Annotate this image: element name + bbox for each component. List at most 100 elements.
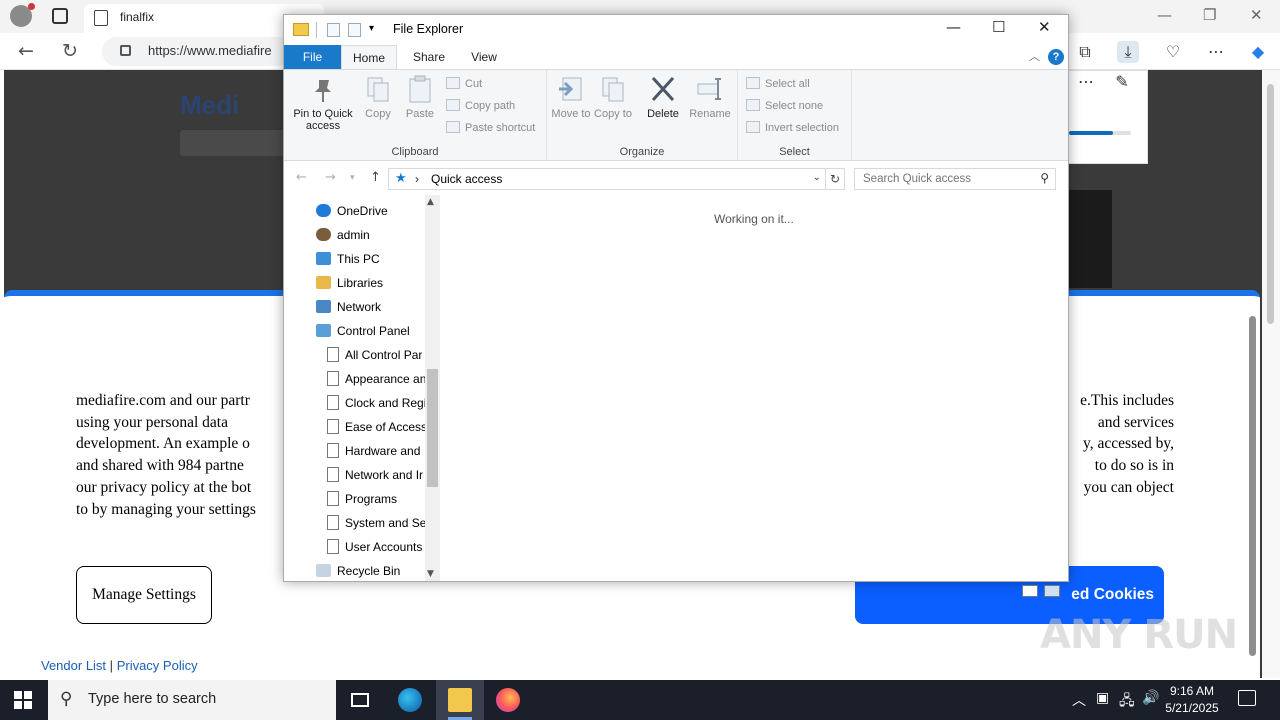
nav-ease-of-access[interactable]: Ease of Access xyxy=(327,415,425,439)
more-options-icon[interactable]: ⋯ xyxy=(1075,71,1097,93)
consent-line-1-left: mediafire.com and our partr xyxy=(76,392,250,409)
network-tray-icon[interactable]: 🖧 xyxy=(1119,690,1135,714)
explorer-minimize-icon[interactable]: — xyxy=(946,18,961,36)
taskbar-firefox[interactable] xyxy=(484,680,532,720)
paste-shortcut-button[interactable]: Paste shortcut xyxy=(446,121,535,141)
nav-user-accounts[interactable]: User Accounts xyxy=(327,535,425,559)
copy-path-button[interactable]: Copy path xyxy=(446,99,515,119)
nav-onedrive[interactable]: OneDrive xyxy=(316,199,388,223)
details-view-icon[interactable] xyxy=(1022,585,1038,597)
vendor-list-link[interactable]: Vendor List xyxy=(41,658,106,673)
taskbar-search-box[interactable]: ⚲ Type here to search xyxy=(48,680,336,720)
menu-icon[interactable]: ⋯ xyxy=(1205,41,1227,63)
browser-scrollbar-thumb[interactable] xyxy=(1267,84,1274,324)
nav-all-control-panel[interactable]: All Control Par xyxy=(327,343,425,367)
nav-control-panel[interactable]: Control Panel xyxy=(316,319,410,343)
delete-button[interactable]: Delete xyxy=(641,74,685,120)
taskbar-clock[interactable]: 9:16 AM 5/21/2025 xyxy=(1158,683,1226,717)
nav-system-security[interactable]: System and Se xyxy=(327,511,425,535)
back-icon[interactable]: ← xyxy=(18,40,34,62)
notifications-icon[interactable] xyxy=(1238,690,1256,706)
volume-icon[interactable]: 🔊 xyxy=(1142,690,1159,706)
paste-button[interactable]: Paste xyxy=(402,74,438,120)
privacy-policy-link[interactable]: Privacy Policy xyxy=(117,658,198,673)
taskbar-file-explorer[interactable] xyxy=(436,680,484,720)
profile-icon[interactable] xyxy=(10,3,35,27)
anyrun-watermark: ANY RUN xyxy=(1040,612,1238,658)
nav-recycle-bin[interactable]: Recycle Bin xyxy=(316,559,400,583)
consent-line-3-right: y, accessed by, xyxy=(1083,435,1174,453)
pin-icon[interactable]: ✎ xyxy=(1111,71,1133,93)
customize-quick-access-icon[interactable]: ▾ xyxy=(369,23,382,37)
recent-locations-icon[interactable]: ▾ xyxy=(350,173,355,183)
address-dropdown-icon[interactable]: ⌄ xyxy=(813,172,821,183)
tab-view[interactable]: View xyxy=(462,45,506,69)
taskbar-edge[interactable] xyxy=(386,680,434,720)
select-all-button[interactable]: Select all xyxy=(746,77,810,97)
restore-icon[interactable]: ❐ xyxy=(1203,6,1216,24)
consent-scrollbar-thumb[interactable] xyxy=(1249,316,1256,656)
content-pane[interactable]: Working on it... xyxy=(440,195,1068,581)
tab-actions-icon[interactable] xyxy=(52,8,68,24)
nav-clock-region[interactable]: Clock and Regi xyxy=(327,391,425,415)
move-to-button[interactable]: Move to xyxy=(551,74,591,120)
performance-icon[interactable]: ♡ xyxy=(1162,41,1184,63)
close-icon[interactable]: ✕ xyxy=(1250,6,1263,24)
nav-scrollbar[interactable]: ▲ ▼ xyxy=(425,195,440,581)
nav-programs[interactable]: Programs xyxy=(327,487,425,511)
show-hidden-icons-icon[interactable]: ︿ xyxy=(1072,690,1086,710)
explorer-search-field[interactable]: ⚲ xyxy=(854,168,1056,190)
windows-start-icon[interactable] xyxy=(14,691,32,709)
help-icon[interactable]: ? xyxy=(1048,49,1064,65)
scroll-down-icon[interactable]: ▼ xyxy=(427,569,434,579)
nav-appearance[interactable]: Appearance an xyxy=(327,367,425,391)
select-none-button[interactable]: Select none xyxy=(746,99,823,119)
scroll-up-icon[interactable]: ▲ xyxy=(427,197,434,207)
consent-scrollbar[interactable] xyxy=(1248,310,1258,670)
nav-scrollbar-thumb[interactable] xyxy=(427,369,438,487)
rename-button[interactable]: Rename xyxy=(687,74,733,120)
copy-to-button[interactable]: Copy to xyxy=(593,74,633,120)
up-folder-icon[interactable]: ↑ xyxy=(370,170,381,185)
select-label: Select xyxy=(779,146,810,158)
large-icons-view-icon[interactable] xyxy=(1044,585,1060,597)
pin-quick-access-button[interactable]: Pin to Quick access xyxy=(290,74,356,132)
copy-label: Copy xyxy=(365,108,391,120)
properties-quick-icon[interactable] xyxy=(327,23,340,37)
tab-share[interactable]: Share xyxy=(404,45,454,69)
copy-button[interactable]: Copy xyxy=(360,74,396,120)
nav-this-pc[interactable]: This PC xyxy=(316,247,380,271)
nav-libraries[interactable]: Libraries xyxy=(316,271,383,295)
tab-home[interactable]: Home xyxy=(341,45,397,69)
collections-icon[interactable]: ⧉ xyxy=(1074,41,1096,63)
invert-selection-button[interactable]: Invert selection xyxy=(746,121,839,141)
address-bar[interactable]: https://www.mediafire xyxy=(102,37,292,66)
nav-admin[interactable]: admin xyxy=(316,223,370,247)
explorer-maximize-icon[interactable]: ☐ xyxy=(992,18,1005,36)
download-icon[interactable]: ⤓ xyxy=(1117,41,1139,63)
explorer-close-icon[interactable]: ✕ xyxy=(1038,18,1051,36)
explorer-search-icon: ⚲ xyxy=(1040,171,1049,185)
copilot-icon[interactable]: ◆ xyxy=(1247,41,1269,63)
new-folder-quick-icon[interactable] xyxy=(348,23,361,37)
nav-label: Network xyxy=(337,300,382,314)
explorer-forward-icon[interactable]: → xyxy=(325,170,336,185)
task-view-button[interactable] xyxy=(336,680,384,720)
nav-hardware[interactable]: Hardware and xyxy=(327,439,425,463)
nav-label: All Control Par xyxy=(345,348,423,362)
refresh-icon[interactable]: ↻ xyxy=(62,40,78,62)
explorer-address-bar[interactable]: ★ › Quick access ⌄ xyxy=(388,168,826,190)
device-icon[interactable]: ▣ xyxy=(1096,690,1109,706)
manage-settings-button[interactable]: Manage Settings xyxy=(76,566,212,624)
browser-scrollbar[interactable] xyxy=(1262,70,1280,678)
collapse-ribbon-icon[interactable]: ︿ xyxy=(1029,48,1040,64)
nav-network[interactable]: Network xyxy=(316,295,381,319)
explorer-search-input[interactable] xyxy=(855,169,1035,189)
tab-file[interactable]: File xyxy=(284,45,341,69)
minimize-icon[interactable]: — xyxy=(1157,6,1172,24)
explorer-refresh-icon[interactable]: ↻ xyxy=(826,168,845,190)
explorer-back-icon[interactable]: ← xyxy=(296,170,307,185)
nav-network-internet[interactable]: Network and Ir xyxy=(327,463,425,487)
consent-line-2-right: and services xyxy=(1097,413,1174,431)
cut-button[interactable]: Cut xyxy=(446,77,482,97)
